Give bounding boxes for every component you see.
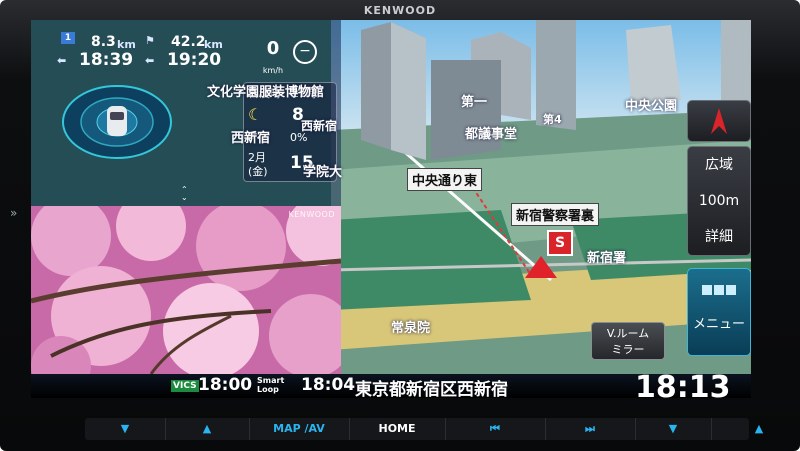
map-av-button[interactable]: MAP /AV bbox=[249, 418, 350, 440]
av-source-pip[interactable]: KENWOOD bbox=[31, 206, 341, 374]
map-label-nishi-shinjuku-b: 西新宿 bbox=[301, 119, 338, 133]
mirror-button-line1: V.ルーム bbox=[606, 327, 650, 340]
brand-logo: KENWOOD bbox=[363, 4, 437, 17]
start-marker-icon[interactable]: S bbox=[547, 230, 573, 256]
vics-time: 18:00 bbox=[198, 375, 253, 395]
hardware-button-bar: ▼ ▲ MAP /AV HOME ⏮ ⏭ ▼ ▲ bbox=[85, 418, 763, 440]
menu-button-label: メニュー bbox=[692, 317, 745, 332]
zoom-wide-button[interactable]: 広域 bbox=[688, 147, 750, 183]
waypoint-arrival-time: 18:39 bbox=[79, 50, 134, 70]
waypoint-badge: 1 bbox=[61, 32, 75, 44]
map-label-dai4: 第4 bbox=[543, 113, 562, 126]
volume-down-button[interactable]: ▼ bbox=[635, 418, 712, 440]
minus-circle-icon[interactable]: − bbox=[293, 40, 317, 64]
vics-tag: VICS bbox=[171, 380, 199, 392]
map-label-tocho: 都議事堂 bbox=[465, 127, 518, 142]
waypoint-arrow-icon: ⬅ bbox=[57, 54, 67, 67]
map-zoom-group: 広域 100m 詳細 bbox=[687, 146, 751, 256]
pip-brand-logo: KENWOOD bbox=[288, 210, 335, 219]
smart-loop-line1: Smart bbox=[257, 376, 285, 385]
speed-value: 0 bbox=[266, 38, 280, 59]
map-label-chuo-dori-east: 中央通り東 bbox=[407, 168, 483, 191]
menu-button[interactable]: メニュー bbox=[687, 268, 751, 356]
current-clock: 18:13 bbox=[635, 370, 731, 398]
volume-up-button[interactable]: ▲ bbox=[711, 418, 800, 440]
status-bar: VICS 18:00 Smart Loop 18:04 東京都新宿区西新宿 18… bbox=[31, 370, 751, 398]
resize-handle-icon[interactable]: ⌃ ⌄ bbox=[181, 186, 188, 202]
current-address: 東京都新宿区西新宿 bbox=[355, 380, 508, 398]
map-label-dai1: 第一 bbox=[461, 95, 488, 110]
scale-indicator-button[interactable]: 100m bbox=[688, 183, 750, 219]
next-track-button[interactable]: ⏭ bbox=[545, 418, 636, 440]
speed-indicator: 0 km/h bbox=[253, 40, 293, 77]
home-button[interactable]: HOME bbox=[349, 418, 446, 440]
moon-icon: ☾ bbox=[248, 105, 263, 124]
virtual-mirror-button[interactable]: V.ルーム ミラー bbox=[591, 322, 665, 360]
destination-flag-icon: ⚑ bbox=[145, 34, 155, 47]
hw-up-button[interactable]: ▲ bbox=[165, 418, 250, 440]
smart-loop-label: Smart Loop bbox=[257, 376, 284, 394]
map-label-culture-museum: 文化学園服装博物館 bbox=[207, 85, 325, 100]
map-label-police-station: 新宿署 bbox=[587, 251, 627, 266]
vehicle-position-icon bbox=[525, 256, 557, 278]
hw-down-button[interactable]: ▼ bbox=[85, 418, 166, 440]
map-label-nishi-shinjuku-a: 西新宿 bbox=[231, 131, 271, 146]
compass-icon bbox=[711, 108, 727, 134]
grid-icon bbox=[688, 283, 750, 299]
map-label-gakuin: 学院大 bbox=[303, 165, 343, 180]
map-label-jousen-in: 常泉院 bbox=[391, 321, 431, 336]
cherry-blossom-image bbox=[31, 206, 341, 374]
side-panel-tab[interactable]: » bbox=[10, 206, 17, 220]
map-label-police-rear: 新宿警察署裏 bbox=[511, 203, 600, 226]
map-label-chuo-park: 中央公園 bbox=[625, 99, 678, 114]
zoom-detail-button[interactable]: 詳細 bbox=[688, 219, 750, 255]
smart-loop-line2: Loop bbox=[257, 385, 279, 394]
vehicle-radar-icon bbox=[62, 85, 172, 159]
guidance-panel: 1 ⬅ 8.3 km 18:39 ⚑ ⬅ 42.2 km 19:20 0 km/… bbox=[31, 20, 341, 206]
waypoint-distance: 8.3 bbox=[91, 34, 116, 50]
display-screen: 1 ⬅ 8.3 km 18:39 ⚑ ⬅ 42.2 km 19:20 0 km/… bbox=[31, 20, 751, 398]
destination-arrow-icon: ⬅ bbox=[145, 54, 155, 67]
mirror-button-line2: ミラー bbox=[611, 343, 645, 356]
destination-arrival-time: 19:20 bbox=[167, 50, 222, 70]
destination-distance: 42.2 bbox=[171, 34, 206, 50]
head-unit-bezel: KENWOOD » 1 ⬅ 8.3 km 18:39 ⚑ ⬅ 42.2 km 1… bbox=[0, 0, 800, 451]
date-weekday: (金) bbox=[248, 165, 268, 178]
smart-loop-time: 18:04 bbox=[301, 375, 356, 395]
prev-track-button[interactable]: ⏮ bbox=[445, 418, 546, 440]
speed-unit: km/h bbox=[262, 66, 284, 75]
compass-button[interactable] bbox=[687, 100, 751, 142]
